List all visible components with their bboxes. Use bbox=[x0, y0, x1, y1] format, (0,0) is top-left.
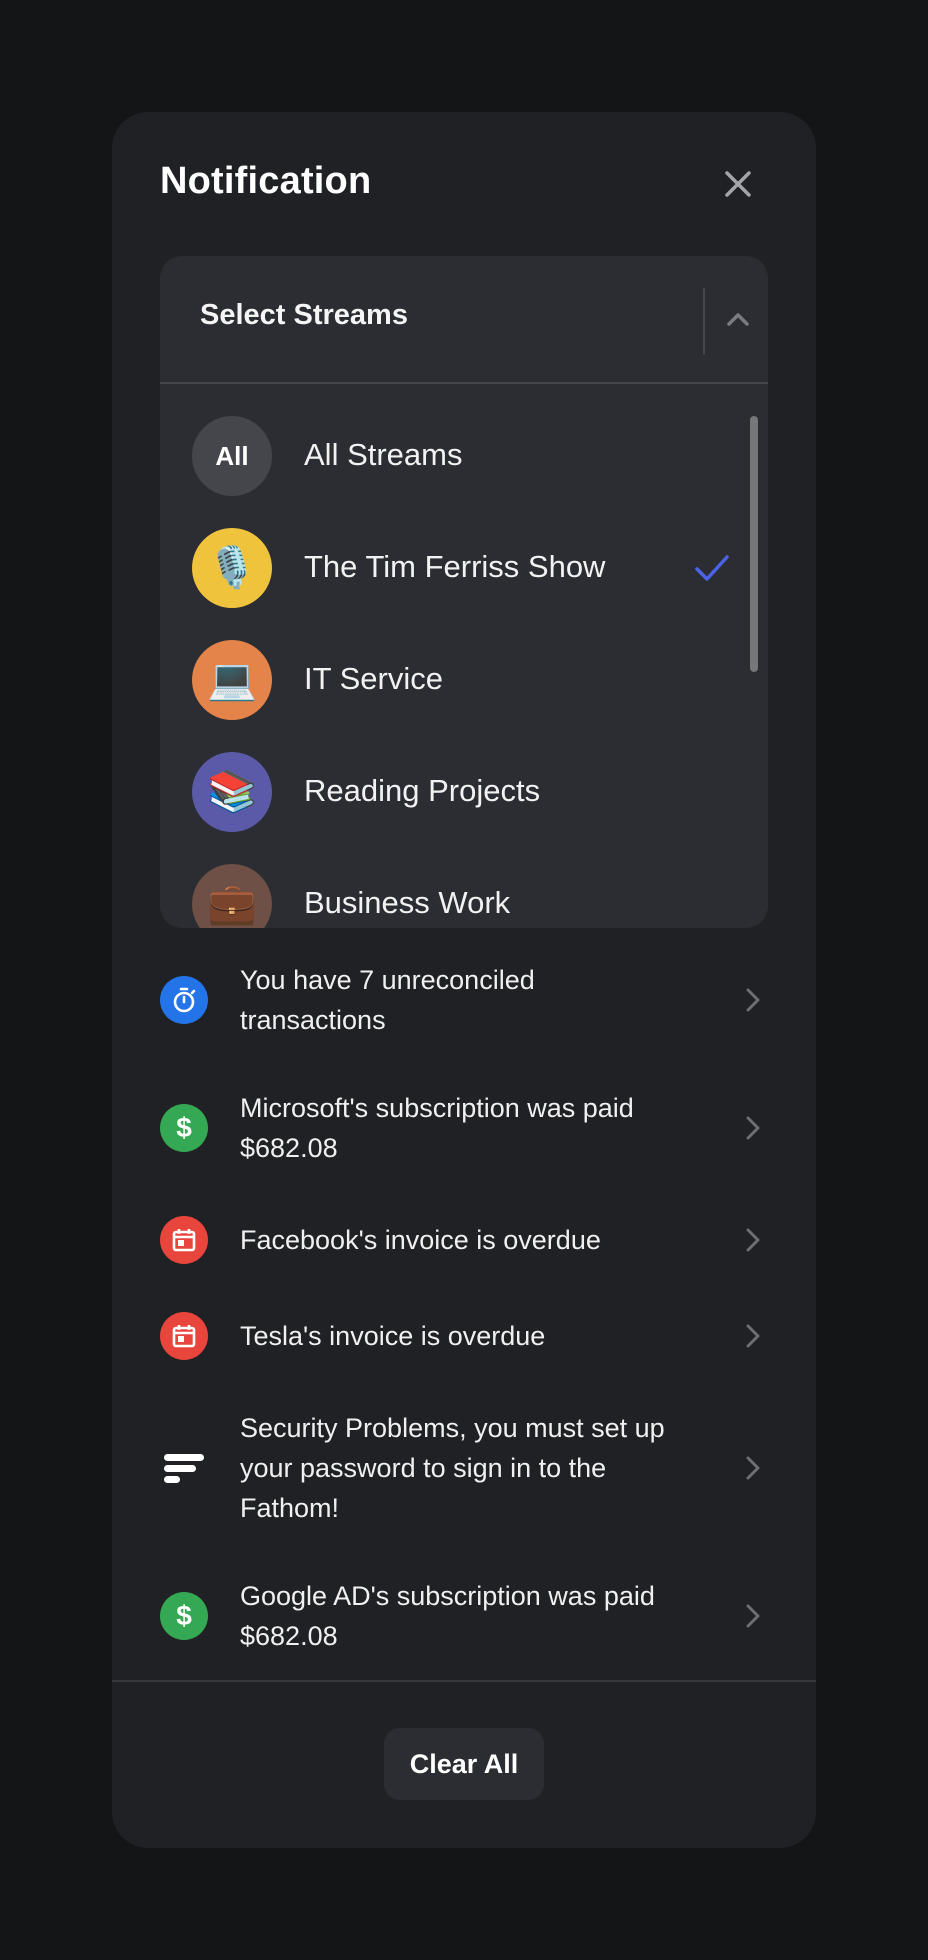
scrollbar[interactable] bbox=[750, 416, 758, 672]
fathom-logo-icon bbox=[160, 1444, 208, 1492]
close-icon bbox=[725, 171, 751, 197]
collapse-button[interactable] bbox=[718, 300, 758, 340]
books-icon: 📚 bbox=[192, 752, 272, 832]
divider bbox=[703, 288, 705, 354]
calendar-icon bbox=[160, 1312, 208, 1360]
chevron-right-icon bbox=[746, 1116, 760, 1140]
chevron-up-icon bbox=[727, 313, 749, 326]
stream-option-reading-projects[interactable]: 📚 Reading Projects bbox=[192, 752, 712, 832]
notification-item[interactable]: Security Problems, you must set up your p… bbox=[160, 1408, 768, 1528]
stream-name: IT Service bbox=[304, 661, 443, 696]
notification-item[interactable]: You have 7 unreconciled transactions bbox=[160, 960, 768, 1040]
stream-option-all[interactable]: All All Streams bbox=[192, 416, 712, 496]
footer-divider bbox=[112, 1680, 816, 1682]
chevron-right-icon bbox=[746, 1456, 760, 1480]
briefcase-icon: 💼 bbox=[192, 864, 272, 928]
calendar-icon bbox=[160, 1216, 208, 1264]
chevron-right-icon bbox=[746, 1604, 760, 1628]
notification-text: Microsoft's subscription was paid $682.08 bbox=[240, 1093, 634, 1163]
chevron-right-icon bbox=[746, 988, 760, 1012]
chevron-right-icon bbox=[746, 1324, 760, 1348]
stream-name: Business Work bbox=[304, 885, 511, 920]
laptop-icon: 💻 bbox=[192, 640, 272, 720]
notification-item[interactable]: $ Google AD's subscription was paid $682.… bbox=[160, 1576, 768, 1656]
chevron-right-icon bbox=[746, 1228, 760, 1252]
stream-option-business-work[interactable]: 💼 Business Work bbox=[192, 864, 712, 928]
notification-item[interactable]: Tesla's invoice is overdue bbox=[160, 1312, 768, 1360]
stream-name: All Streams bbox=[304, 437, 463, 472]
clear-all-button[interactable]: Clear All bbox=[384, 1728, 544, 1800]
notification-item[interactable]: $ Microsoft's subscription was paid $682.… bbox=[160, 1088, 768, 1168]
stream-option-it-service[interactable]: 💻 IT Service bbox=[192, 640, 712, 720]
close-button[interactable] bbox=[718, 164, 758, 204]
stream-name: Reading Projects bbox=[304, 773, 541, 808]
stopwatch-icon bbox=[160, 976, 208, 1024]
notification-item[interactable]: Facebook's invoice is overdue bbox=[160, 1216, 768, 1264]
stream-selector-header[interactable]: Select Streams bbox=[160, 256, 768, 384]
stream-option-tim-ferriss-show[interactable]: 🎙️ The Tim Ferriss Show bbox=[192, 528, 729, 608]
stream-selector: Select Streams All All Streams 🎙️ The Ti… bbox=[160, 256, 768, 928]
notification-text: Security Problems, you must set up your p… bbox=[240, 1413, 665, 1523]
stream-selector-label: Select Streams bbox=[200, 299, 408, 331]
stream-name: The Tim Ferriss Show bbox=[304, 549, 606, 584]
dollar-icon: $ bbox=[160, 1592, 208, 1640]
microphone-icon: 🎙️ bbox=[192, 528, 272, 608]
panel-title: Notification bbox=[160, 160, 372, 202]
dollar-icon: $ bbox=[160, 1104, 208, 1152]
notification-text: Facebook's invoice is overdue bbox=[240, 1225, 601, 1255]
checkmark-icon bbox=[695, 555, 729, 581]
stream-list: All All Streams 🎙️ The Tim Ferriss Show … bbox=[160, 384, 768, 928]
notification-panel: Notification Select Streams All All Stre… bbox=[112, 112, 816, 1848]
avatar: All bbox=[192, 416, 272, 496]
notification-text: Google AD's subscription was paid $682.08 bbox=[240, 1581, 655, 1651]
notification-text: Tesla's invoice is overdue bbox=[240, 1321, 546, 1351]
notification-text: You have 7 unreconciled transactions bbox=[240, 965, 535, 1035]
